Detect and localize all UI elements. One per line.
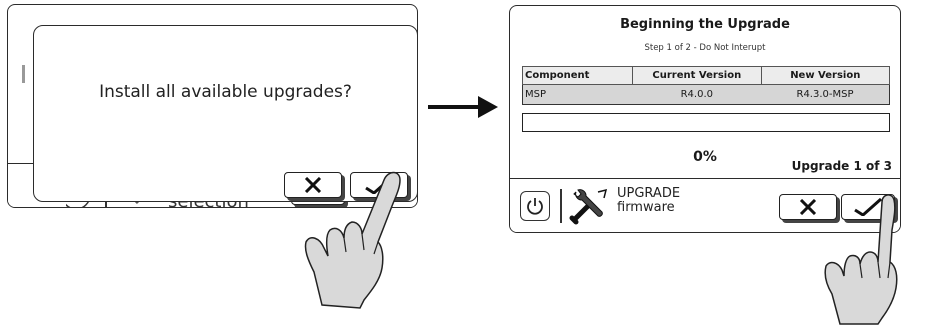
pointing-hand-icon: [304, 171, 401, 309]
wrench-screwdriver-icon: [569, 188, 608, 225]
power-button[interactable]: [520, 191, 550, 221]
column-header-component: Component: [521, 66, 634, 85]
mode-title: UPGRADE: [617, 186, 681, 201]
upgrade-counter: Upgrade 1 of 3: [791, 159, 892, 173]
page-title: Beginning the Upgrade: [620, 17, 790, 32]
background-scroll-mark: [22, 65, 25, 83]
cell-current-version: R4.0.0: [632, 84, 762, 105]
mode-label: UPGRADE firmware: [617, 187, 680, 215]
step-subtitle: Step 1 of 2 - Do Not Interupt: [644, 43, 766, 53]
pointing-hand-icon: [824, 194, 898, 325]
cell-new-version: R4.3.0-MSP: [761, 84, 891, 105]
cell-component: MSP: [521, 84, 633, 105]
column-header-current-version: Current Version: [632, 66, 762, 85]
progress-bar: [522, 113, 890, 132]
table-row[interactable]: MSP R4.0.0 R4.3.0-MSP: [521, 84, 891, 105]
flow-arrow-icon: [428, 96, 498, 118]
mode-subtitle: firmware: [617, 200, 675, 215]
dialog-message: Install all available upgrades?: [99, 82, 352, 102]
table-header-row: Component Current Version New Version: [521, 66, 891, 85]
power-icon: [527, 198, 543, 215]
footer-divider: [560, 189, 562, 223]
x-icon: [799, 199, 817, 215]
upgrade-table: Component Current Version New Version MS…: [521, 66, 891, 105]
column-header-new-version: New Version: [760, 66, 891, 85]
